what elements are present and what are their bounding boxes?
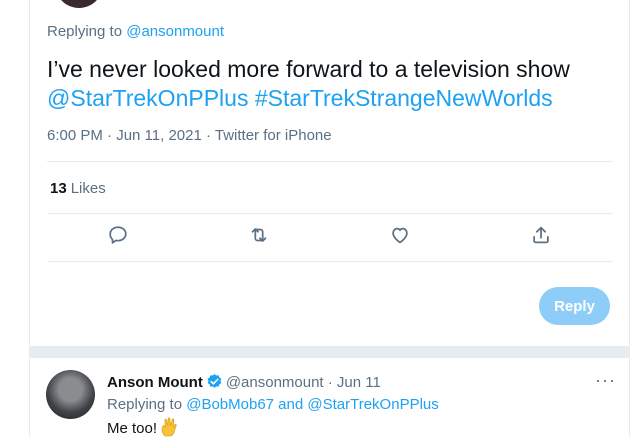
tweet-timestamp[interactable]: 6:00 PM · Jun 11, 2021 · Twitter for iPh…: [47, 127, 332, 144]
reply-header: Anson Mount @ansonmount · Jun 11: [107, 373, 381, 394]
verified-badge-icon: [206, 373, 223, 394]
vulcan-salute-icon: [161, 417, 179, 441]
avatar[interactable]: [46, 370, 95, 419]
tweet-body: I’ve never looked more forward to a tele…: [47, 56, 570, 82]
author-name[interactable]: Anson Mount: [107, 374, 203, 391]
replying-prefix: Replying to: [107, 396, 183, 413]
and-word: and: [278, 396, 304, 413]
reply-text: Me too!: [107, 417, 179, 441]
retweet-icon[interactable]: [248, 224, 272, 248]
mention-link[interactable]: @BobMob67: [186, 396, 274, 413]
divider: [47, 161, 613, 162]
likes-count[interactable]: 13 Likes: [50, 180, 106, 197]
reply-tweet[interactable]: Anson Mount @ansonmount · Jun 11 ··· Repl…: [30, 358, 629, 437]
replying-prefix: Replying to: [47, 23, 123, 40]
mention-link[interactable]: @StarTrekOnPPlus: [307, 396, 438, 413]
more-options-icon[interactable]: ···: [595, 370, 616, 391]
reply-button[interactable]: Reply: [539, 287, 610, 325]
likes-label: Likes: [70, 180, 106, 197]
hashtag-link[interactable]: #StarTrekStrangeNewWorlds: [255, 85, 553, 111]
tweet-actions: [47, 222, 613, 254]
tweet-text: I’ve never looked more forward to a tele…: [47, 55, 607, 113]
likes-number: 13: [50, 180, 67, 197]
share-icon[interactable]: [530, 224, 554, 248]
comment-icon[interactable]: [107, 224, 131, 248]
mention-link[interactable]: @StarTrekOnPPlus: [47, 85, 248, 111]
divider: [47, 213, 613, 214]
author-handle-time[interactable]: @ansonmount · Jun 11: [226, 374, 381, 391]
reply-body: Me too!: [107, 420, 158, 437]
avatar[interactable]: [55, 0, 103, 8]
divider: [47, 261, 613, 262]
replying-to: Replying to @BobMob67 and @StarTrekOnPPl…: [107, 396, 439, 413]
replying-to: Replying to @ansonmount: [47, 23, 224, 40]
timeline-column: Replying to @ansonmount I’ve never looke…: [29, 0, 630, 437]
replying-handle-link[interactable]: @ansonmount: [126, 23, 224, 40]
heart-icon[interactable]: [389, 224, 413, 248]
section-separator: [30, 346, 629, 358]
